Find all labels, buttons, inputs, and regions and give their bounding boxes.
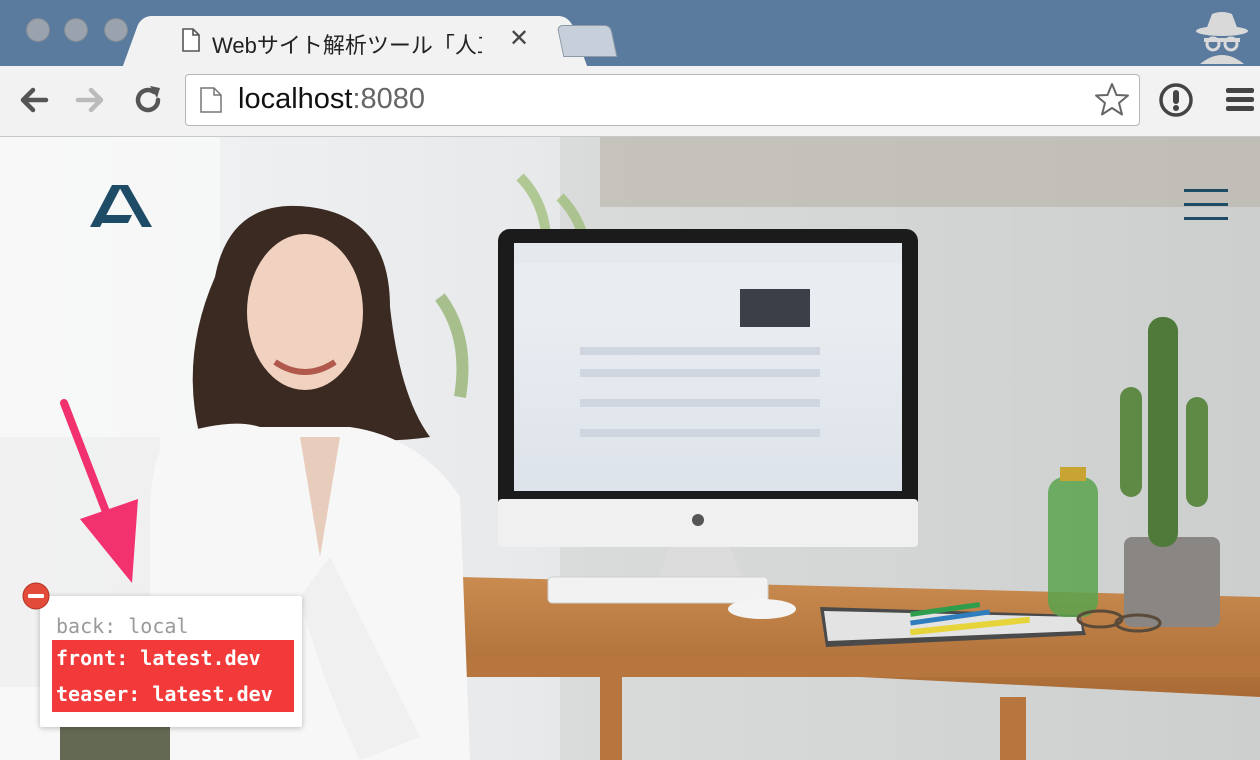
extension-icon[interactable] [1158, 82, 1194, 118]
back-arrow-icon[interactable] [16, 82, 52, 118]
tab-title: Webサイト解析ツール「人工知 [212, 33, 482, 58]
address-bar[interactable]: localhost:8080 [185, 74, 1140, 126]
url-text[interactable]: localhost:8080 [238, 83, 425, 116]
bookmark-star-icon[interactable] [1093, 81, 1131, 119]
new-tab-button[interactable] [556, 25, 618, 57]
window-close-button[interactable] [26, 18, 50, 42]
env-teaser-label: teaser: latest.dev [52, 676, 294, 712]
page-icon [182, 28, 200, 52]
browser-titlebar: Webサイト解析ツール「人工知 ✕ [0, 0, 1260, 66]
url-host: localhost [238, 83, 353, 115]
close-circle-icon[interactable] [22, 582, 50, 610]
annotation-arrow [60, 399, 138, 583]
browser-tab[interactable]: Webサイト解析ツール「人工知 ✕ [150, 16, 560, 66]
env-back-label: back: local [56, 614, 189, 638]
hamburger-menu-icon[interactable] [1184, 187, 1230, 223]
reload-icon[interactable] [130, 82, 166, 118]
ai-analyst-logo[interactable] [88, 181, 156, 231]
tab-close-icon[interactable]: ✕ [506, 24, 532, 54]
env-front-label: front: latest.dev [52, 640, 294, 676]
forward-arrow-icon[interactable] [72, 82, 108, 118]
menu-icon[interactable] [1224, 84, 1256, 116]
window-zoom-button[interactable] [104, 18, 128, 42]
browser-toolbar: localhost:8080 [0, 66, 1260, 137]
environment-panel: back: local front: latest.dev teaser: la… [40, 596, 302, 727]
incognito-icon [1196, 12, 1248, 64]
url-port: :8080 [352, 83, 426, 115]
web-page: back: local front: latest.dev teaser: la… [0, 137, 1260, 760]
window-minimize-button[interactable] [64, 18, 88, 42]
page-icon [200, 87, 222, 113]
